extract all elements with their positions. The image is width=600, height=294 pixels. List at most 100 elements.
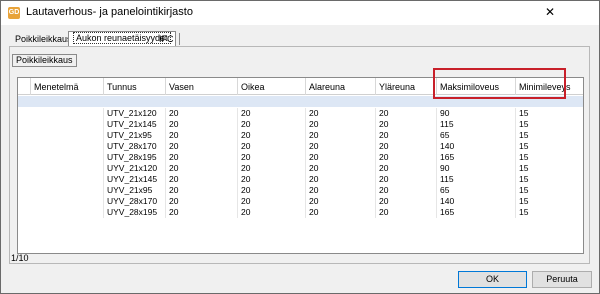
cell-vasen[interactable]: 20 [166, 119, 238, 130]
column-header-ylareuna[interactable]: Yläreuna [376, 78, 437, 95]
table-row[interactable]: UYV_28x170 20 20 20 20 140 15 [18, 196, 583, 207]
cell-tunnus[interactable]: UYV_21x95 [104, 185, 166, 196]
cell-vasen[interactable]: 20 [166, 196, 238, 207]
cell-ylareuna[interactable]: 20 [376, 141, 437, 152]
cell-minimileveys[interactable]: 15 [516, 119, 583, 130]
cell-tunnus[interactable]: UYV_28x195 [104, 207, 166, 218]
cell-minimileveys[interactable]: 15 [516, 207, 583, 218]
cell-minimileveys[interactable]: 15 [516, 130, 583, 141]
cell-ylareuna[interactable]: 20 [376, 185, 437, 196]
table-row[interactable]: UTV_28x170 20 20 20 20 140 15 [18, 141, 583, 152]
cell-tunnus[interactable]: UTV_21x120 [104, 108, 166, 119]
cell-alareuna[interactable]: 20 [306, 207, 376, 218]
cell-maksimiloveus[interactable]: 90 [437, 108, 516, 119]
cell-menetelma[interactable] [31, 196, 104, 207]
cell-menetelma[interactable] [31, 163, 104, 174]
tab-poikkileikkaus[interactable]: Poikkileikkaus [11, 33, 76, 46]
cell-minimileveys[interactable]: 15 [516, 152, 583, 163]
table-row[interactable]: UTV_28x195 20 20 20 20 165 15 [18, 152, 583, 163]
cell-menetelma[interactable] [31, 130, 104, 141]
cell-ylareuna[interactable]: 20 [376, 207, 437, 218]
cell-alareuna[interactable]: 20 [306, 163, 376, 174]
ok-button[interactable]: OK [458, 271, 527, 288]
cell-oikea[interactable]: 20 [238, 196, 306, 207]
cancel-button[interactable]: Peruuta [532, 271, 592, 288]
cell-menetelma[interactable] [31, 185, 104, 196]
cell-ylareuna[interactable]: 20 [376, 119, 437, 130]
cell-ylareuna[interactable]: 20 [376, 108, 437, 119]
close-icon[interactable]: ✕ [539, 3, 561, 21]
column-header-menetelma[interactable]: Menetelmä [31, 78, 104, 95]
cell-tunnus[interactable]: UTV_21x145 [104, 119, 166, 130]
cell-tunnus[interactable]: UYV_28x170 [104, 196, 166, 207]
cell-maksimiloveus[interactable]: 140 [437, 141, 516, 152]
table-row[interactable]: UTV_21x120 20 20 20 20 90 15 [18, 108, 583, 119]
cell-vasen[interactable]: 20 [166, 141, 238, 152]
cell-alareuna[interactable]: 20 [306, 130, 376, 141]
cell-menetelma[interactable] [31, 152, 104, 163]
cell-vasen[interactable]: 20 [166, 163, 238, 174]
cell-maksimiloveus[interactable]: 115 [437, 119, 516, 130]
cell-vasen[interactable]: 20 [166, 174, 238, 185]
table-row[interactable]: UYV_21x120 20 20 20 20 90 15 [18, 163, 583, 174]
cell-minimileveys[interactable]: 15 [516, 163, 583, 174]
cell-oikea[interactable]: 20 [238, 152, 306, 163]
cell-oikea[interactable]: 20 [238, 130, 306, 141]
cell-oikea[interactable]: 20 [238, 185, 306, 196]
cell-minimileveys[interactable]: 15 [516, 108, 583, 119]
cell-alareuna[interactable]: 20 [306, 174, 376, 185]
cell-ylareuna[interactable]: 20 [376, 130, 437, 141]
table-row[interactable]: UYV_21x95 20 20 20 20 65 15 [18, 185, 583, 196]
cell-oikea[interactable]: 20 [238, 174, 306, 185]
data-grid[interactable]: Menetelmä Tunnus Vasen Oikea Alareuna Yl… [17, 77, 584, 254]
cell-minimileveys[interactable]: 15 [516, 185, 583, 196]
cell-ylareuna[interactable]: 20 [376, 163, 437, 174]
cell-vasen[interactable]: 20 [166, 207, 238, 218]
cell-minimileveys[interactable]: 15 [516, 141, 583, 152]
cell-tunnus[interactable]: UTV_28x195 [104, 152, 166, 163]
cell-alareuna[interactable]: 20 [306, 196, 376, 207]
cell-oikea[interactable]: 20 [238, 119, 306, 130]
column-header-tunnus[interactable]: Tunnus [104, 78, 166, 95]
cell-alareuna[interactable]: 20 [306, 185, 376, 196]
cell-maksimiloveus[interactable]: 90 [437, 163, 516, 174]
cell-tunnus[interactable]: UTV_28x170 [104, 141, 166, 152]
cell-ylareuna[interactable]: 20 [376, 152, 437, 163]
column-header-alareuna[interactable]: Alareuna [306, 78, 376, 95]
cell-maksimiloveus[interactable]: 165 [437, 152, 516, 163]
cell-menetelma[interactable] [31, 174, 104, 185]
subtab-poikkileikkaus[interactable]: Poikkileikkaus [12, 54, 77, 67]
column-header-oikea[interactable]: Oikea [238, 78, 306, 95]
cell-alareuna[interactable]: 20 [306, 152, 376, 163]
cell-oikea[interactable]: 20 [238, 163, 306, 174]
column-header-vasen[interactable]: Vasen [166, 78, 238, 95]
table-row[interactable]: UYV_28x195 20 20 20 20 165 15 [18, 207, 583, 218]
cell-maksimiloveus[interactable]: 65 [437, 130, 516, 141]
cell-maksimiloveus[interactable]: 65 [437, 185, 516, 196]
cell-vasen[interactable]: 20 [166, 130, 238, 141]
cell-alareuna[interactable]: 20 [306, 119, 376, 130]
table-row[interactable]: UTV_21x145 20 20 20 20 115 15 [18, 119, 583, 130]
cell-oikea[interactable]: 20 [238, 108, 306, 119]
cell-maksimiloveus[interactable]: 165 [437, 207, 516, 218]
cell-menetelma[interactable] [31, 119, 104, 130]
cell-vasen[interactable]: 20 [166, 152, 238, 163]
cell-maksimiloveus[interactable]: 115 [437, 174, 516, 185]
cell-menetelma[interactable] [31, 207, 104, 218]
cell-menetelma[interactable] [31, 108, 104, 119]
cell-ylareuna[interactable]: 20 [376, 196, 437, 207]
cell-vasen[interactable]: 20 [166, 108, 238, 119]
cell-tunnus[interactable]: UTV_21x95 [104, 130, 166, 141]
table-row[interactable]: UTV_21x95 20 20 20 20 65 15 [18, 130, 583, 141]
tab-ifc[interactable]: IFC [155, 33, 178, 46]
cell-vasen[interactable]: 20 [166, 185, 238, 196]
cell-alareuna[interactable]: 20 [306, 108, 376, 119]
cell-tunnus[interactable]: UYV_21x120 [104, 163, 166, 174]
table-row[interactable]: UYV_21x145 20 20 20 20 115 15 [18, 174, 583, 185]
cell-maksimiloveus[interactable]: 140 [437, 196, 516, 207]
cell-tunnus[interactable]: UYV_21x145 [104, 174, 166, 185]
cell-alareuna[interactable]: 20 [306, 141, 376, 152]
cell-ylareuna[interactable]: 20 [376, 174, 437, 185]
cell-oikea[interactable]: 20 [238, 207, 306, 218]
cell-minimileveys[interactable]: 15 [516, 174, 583, 185]
